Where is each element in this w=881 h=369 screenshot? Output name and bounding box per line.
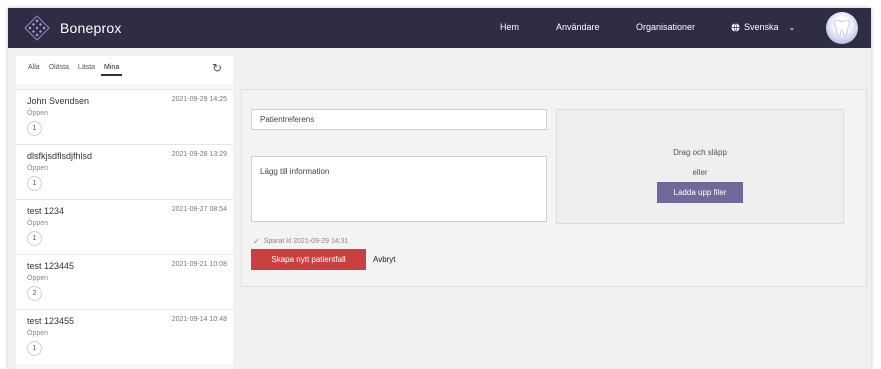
case-name: John Svendsen: [27, 96, 90, 106]
case-count-badge: 2: [27, 286, 42, 301]
filter-bar: Alla Olästa Lästa Mina ↻: [16, 56, 233, 84]
case-date: 2021-09-14 10:48: [171, 316, 227, 323]
tooth-icon: [834, 19, 850, 37]
app-window: Boneprox Hem Användare Organisationer Sv…: [8, 8, 871, 369]
language-selector[interactable]: Svenska ⌄: [731, 22, 795, 32]
tab-mine[interactable]: Mina: [101, 64, 123, 76]
case-list-item[interactable]: test 1234 2021-09-27 08:54 Öppen 1: [16, 199, 233, 254]
dropzone-drag-text: Drag och släpp: [673, 148, 727, 157]
tab-unread[interactable]: Olästa: [46, 64, 72, 76]
dropzone-or-text: eller: [692, 168, 708, 177]
nav-organizations[interactable]: Organisationer: [636, 22, 695, 32]
brand[interactable]: Boneprox: [24, 15, 122, 41]
case-status: Öppen: [27, 165, 49, 172]
case-name: test 123445: [27, 261, 75, 271]
tab-all[interactable]: Alla: [25, 64, 43, 76]
case-date: 2021-09-27 08:54: [171, 206, 227, 213]
brand-name: Boneprox: [60, 20, 122, 36]
case-count-badge: 1: [27, 176, 42, 191]
globe-icon: [731, 22, 740, 32]
case-status: Öppen: [27, 275, 49, 282]
create-case-button[interactable]: Skapa nytt patientfall: [251, 249, 366, 270]
patient-reference-input[interactable]: [251, 109, 547, 130]
case-list-sidebar: Alla Olästa Lästa Mina ↻ John Svendsen 2…: [16, 56, 233, 369]
top-navbar: Boneprox Hem Användare Organisationer Sv…: [8, 8, 871, 48]
saved-timestamp: Sparat kl 2021-09-29 14:31: [263, 238, 349, 245]
tab-read[interactable]: Lästa: [75, 64, 98, 76]
case-name: test 1234: [27, 206, 65, 216]
upload-files-button[interactable]: Ladda upp filer: [657, 182, 743, 203]
information-textarea[interactable]: [251, 156, 547, 222]
case-list-item[interactable]: John Svendsen 2021-09-29 14:25 Öppen 1: [16, 89, 233, 144]
chevron-down-icon: ⌄: [788, 22, 796, 32]
case-list-item[interactable]: dlsfkjsdflsdjfhlsd 2021-09-28 13:29 Öppe…: [16, 144, 233, 199]
user-avatar[interactable]: [826, 12, 858, 44]
case-list-item[interactable]: test 123455 2021-09-14 10:48 Öppen 1: [16, 309, 233, 364]
case-count-badge: 1: [27, 341, 42, 356]
brand-logo-icon: [24, 15, 50, 41]
file-dropzone[interactable]: Drag och släpp eller Ladda upp filer: [556, 109, 844, 224]
case-date: 2021-09-29 14:25: [171, 96, 227, 103]
case-date: 2021-09-21 10:08: [171, 261, 227, 268]
case-count-badge: 1: [27, 231, 42, 246]
save-status: ✓ Sparat kl 2021-09-29 14:31: [253, 237, 349, 246]
case-name: dlsfkjsdflsdjfhlsd: [27, 151, 93, 161]
language-label: Svenska: [744, 22, 779, 32]
case-status: Öppen: [27, 220, 49, 227]
case-count-badge: 1: [27, 121, 42, 136]
case-name: test 123455: [27, 316, 75, 326]
case-status: Öppen: [27, 110, 49, 117]
new-case-panel: Drag och släpp eller Ladda upp filer ✓ S…: [241, 89, 867, 287]
refresh-icon[interactable]: ↻: [212, 61, 222, 75]
case-date: 2021-09-28 13:29: [171, 151, 227, 158]
check-icon: ✓: [253, 237, 260, 246]
nav-users[interactable]: Användare: [556, 22, 600, 32]
cancel-button[interactable]: Avbryt: [373, 255, 396, 264]
case-status: Öppen: [27, 330, 49, 337]
nav-home[interactable]: Hem: [500, 22, 519, 32]
case-list-item[interactable]: test 123445 2021-09-21 10:08 Öppen 2: [16, 254, 233, 309]
filter-tabs: Alla Olästa Lästa Mina: [25, 64, 123, 76]
